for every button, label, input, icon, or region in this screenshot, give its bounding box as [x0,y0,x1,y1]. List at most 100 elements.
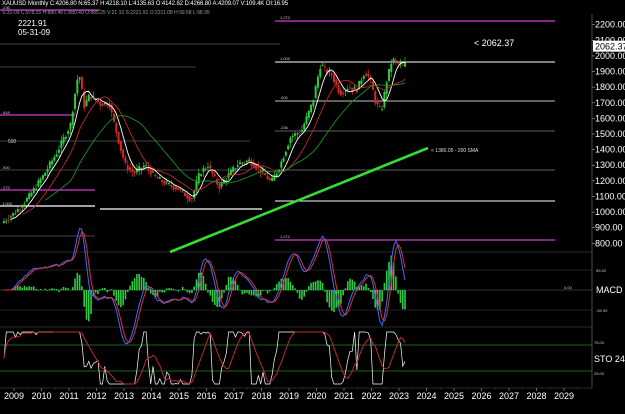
macd-hist-bar [303,290,306,297]
candle-body [218,183,221,189]
macd-hist-bar [269,290,271,292]
price-tick-label: 1100.00 [595,191,625,201]
macd-hist-bar [113,290,115,296]
moving-averages [10,61,429,254]
macd-hist-bar [106,290,108,293]
macd-hist-bar [351,279,354,291]
study-header: S:31-09 C:978.15 H:880.48 L:880.49 O:885… [2,10,210,16]
year-label: 2022 [361,391,381,401]
macd-hist-bar [35,289,37,291]
candle-body [257,166,260,168]
candle-body [46,168,49,173]
candle-body [58,149,60,153]
year-label: 2017 [224,391,244,401]
year-label: 2010 [31,391,51,401]
macd-hist-bar [131,281,134,291]
macd-hist-bar [344,288,347,291]
year-label: 2013 [114,391,134,401]
macd-hist-bar [179,289,182,291]
macd-hist-bar [307,286,310,291]
candle-body [241,162,244,164]
candle-body [156,177,159,179]
candle-body [316,76,319,88]
candle-body [213,174,216,177]
mid-ma-line [45,82,406,201]
year-label: 2018 [251,391,271,401]
macd-hist-bar [220,290,223,299]
macd-hist-bar [342,290,344,296]
candle-body [287,145,290,150]
slow-ma-line [22,78,406,215]
candle-body [197,173,200,184]
macd-hist-bar [312,282,315,291]
macd-hist-bar [266,290,269,294]
macd-hist-bar [285,277,287,291]
candle-body [133,171,136,173]
year-label: 2016 [196,391,216,401]
macd-hist-bar [211,290,214,302]
price-chart[interactable]: 1.2721.000.500.2361.272.236.618.500.2721… [0,0,625,414]
macd-hist-bar [193,286,196,291]
macd-hist-bar [202,276,205,291]
macd-hist-bar [399,290,402,304]
candle-body [37,180,40,187]
price-tick-label: 1700.00 [595,98,625,108]
macd-hist-bar [170,288,173,291]
macd-hist-bar [262,290,264,292]
macd-hist-bar [340,290,342,304]
candle-body [168,182,170,184]
candle-body [179,189,182,190]
candle-body [129,167,132,170]
fib-left-label: .618 [2,110,11,115]
fib-left-label: .272 [2,185,11,190]
candle-body [172,185,175,190]
candle-body [229,169,232,175]
macd-hist-bar [296,290,299,293]
candle-body [190,198,193,200]
candle-body [154,174,157,177]
macd-hist-bar [97,290,99,295]
macd-hist-bar [165,288,168,291]
sma-200-line [169,146,429,254]
sto-upper-label: 75.00 [594,340,605,345]
candle-body [32,187,35,194]
candle-body [225,179,228,181]
candle-body [14,213,17,215]
macd-hist-bar [55,288,58,291]
sto-lower-label: 25.00 [594,371,605,376]
macd-hist-bar [287,277,289,291]
left-grid-label: 500 [8,139,17,145]
macd-mid-label: 0.00 [564,285,573,290]
candle-body [330,73,333,76]
candle-body [149,169,152,175]
macd-hist-bar [346,281,349,291]
macd-hist-bar [241,290,244,295]
candle-body [298,133,301,135]
macd-hist-bar [67,288,69,291]
candle-body [55,154,58,157]
macd-hist-bar [74,278,76,291]
macd-panel [0,227,592,345]
macd-hist-bar [94,290,97,293]
macd-lower-label: -59.9Z [596,308,608,313]
macd-hist-bar [310,282,312,291]
axes [13,14,595,391]
macd-hist-bar [83,290,86,307]
candle-body [300,129,303,132]
macd-hist-bar [191,290,193,293]
candle-body [90,96,93,99]
symbol-header: XAUUSD Monthly C:4206.80 N:65.37 H:4218.… [2,1,288,7]
candle-body [188,196,191,202]
year-label: 2028 [526,391,546,401]
macd-hist-bar [227,276,230,291]
price-tick-label: 1400.00 [595,145,625,155]
macd-hist-bar [252,290,255,296]
price-tick-label: 800.00 [595,238,623,248]
macd-hist-bar [60,288,63,291]
candle-body [303,123,306,130]
candle-body [115,122,118,133]
year-label: 2021 [334,391,354,401]
peak-date-note: 05-31-09 [18,28,51,37]
candle-body [312,99,315,107]
macd-hist-bar [362,286,365,291]
